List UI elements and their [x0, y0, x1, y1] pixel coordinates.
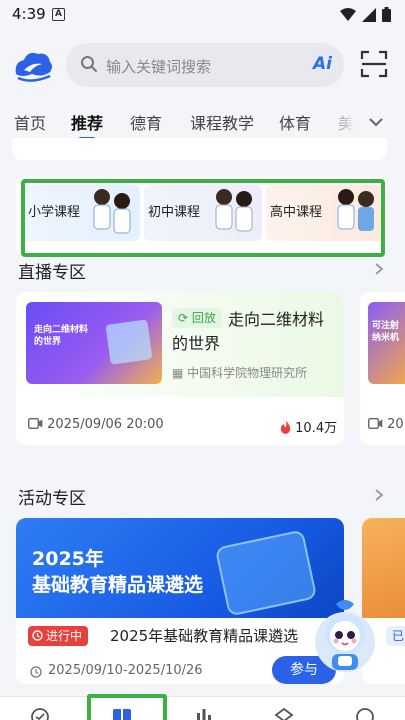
tab-course-teaching[interactable]: 课程教学 [190, 110, 254, 134]
search-bar[interactable]: 输入关键词搜索 Ai [66, 43, 344, 87]
live-section-title: 直播专区 [18, 263, 86, 283]
chevron-down-icon[interactable] [368, 116, 384, 128]
fire-icon [280, 420, 291, 434]
thumb-title-next: 可注射纳米机 [372, 321, 400, 343]
status-time: 4:39 [12, 5, 46, 23]
cube-graphic [105, 319, 153, 365]
activity-section-title: 活动专区 [18, 489, 86, 509]
live-card[interactable]: 走向二维材料的世界 ⟳ 回放 走向二维材料的世界 ▦ 中国科学院物理研究所 20… [16, 292, 344, 445]
tab-fade [322, 106, 405, 142]
nav-stats-icon[interactable] [194, 707, 214, 720]
activity-date: 2025/09/10-2025/10/26 [48, 663, 203, 678]
live-date: 2025/09/06 20:00 [27, 417, 164, 432]
ongoing-label: 进行中 [46, 629, 83, 643]
live-date-label: 2025/09/06 20:00 [47, 417, 164, 432]
wifi-icon [340, 8, 356, 21]
banner-headline: 基础教育精品课遴选 [32, 574, 204, 596]
building-icon: ▦ [172, 366, 188, 380]
nav-explore-icon[interactable] [274, 707, 294, 720]
header: 输入关键词搜索 Ai 首页 推荐 德育 课程教学 体育 美育 [0, 30, 405, 142]
live-title: 走向二维材料的世界 [172, 310, 325, 353]
live-date-next: 20 [367, 417, 404, 432]
status-icons [340, 7, 391, 22]
video-icon [367, 417, 383, 430]
status-badge-next: 已 [386, 626, 405, 646]
live-views-label: 10.4万 [295, 421, 338, 436]
activity-card[interactable]: 2025年 基础教育精品课遴选 进行中 2025年基础教育精品课遴选 2025/… [16, 518, 344, 684]
live-org: ▦ 中国科学院物理研究所 [172, 364, 307, 381]
tab-sports[interactable]: 体育 [279, 110, 311, 134]
live-org-label: 中国科学院物理研究所 [187, 366, 308, 380]
nav-home-icon[interactable] [30, 707, 50, 720]
mascot-assistant-icon[interactable] [314, 598, 376, 678]
activity-title: 2025年基础教育精品课遴选 [110, 627, 299, 645]
signal-icon [362, 7, 376, 22]
status-bar: 4:39 A [0, 0, 405, 30]
course-highlight-box [21, 179, 385, 257]
tab-recommend[interactable]: 推荐 [71, 110, 103, 134]
notification-icon: A [52, 8, 65, 21]
clock-icon [32, 630, 43, 641]
tab-moral-education[interactable]: 德育 [130, 110, 162, 134]
scan-icon[interactable] [360, 50, 388, 78]
search-icon [81, 56, 97, 72]
chevron-right-icon[interactable] [374, 262, 384, 276]
app-logo-icon[interactable] [12, 48, 54, 84]
search-input[interactable]: 输入关键词搜索 [106, 56, 211, 77]
banner-year: 2025年 [32, 548, 104, 570]
clock-icon [30, 666, 42, 678]
battery-icon [382, 7, 391, 22]
thumb-title: 走向二维材料的世界 [34, 325, 89, 347]
live-card-next[interactable]: 可注射纳米机 20 [360, 292, 405, 445]
tab-home[interactable]: 首页 [14, 110, 46, 134]
live-date-next-label: 20 [387, 417, 404, 432]
nav-highlight-box [87, 694, 167, 720]
video-icon [27, 417, 43, 430]
chevron-right-icon[interactable] [374, 488, 384, 502]
ai-icon[interactable]: Ai [313, 54, 332, 74]
live-views: 10.4万 [280, 417, 337, 436]
banner-tile-graphic [214, 529, 318, 617]
live-thumbnail: 走向二维材料的世界 [26, 302, 162, 384]
nav-profile-icon[interactable] [355, 707, 375, 720]
scrolled-card-edge [12, 138, 387, 160]
activity-banner: 2025年 基础教育精品课遴选 [16, 518, 344, 618]
category-tabs: 首页 推荐 德育 课程教学 体育 美育 [0, 106, 405, 142]
bottom-navigation [0, 696, 405, 720]
ongoing-badge: 进行中 [28, 626, 89, 646]
